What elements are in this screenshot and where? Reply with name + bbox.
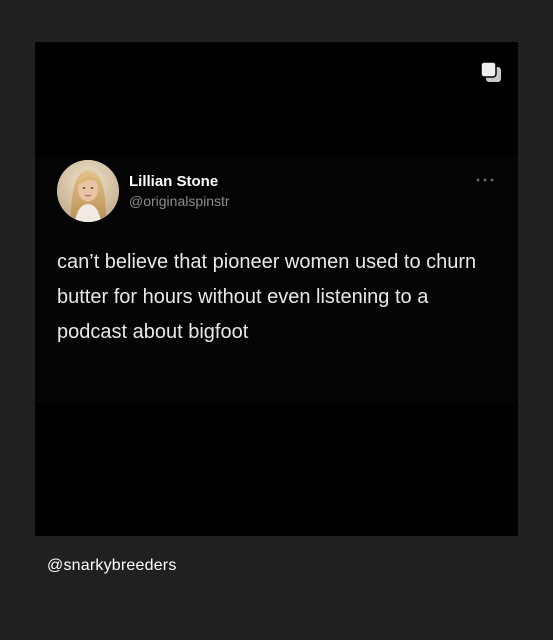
more-dots-icon[interactable] xyxy=(474,175,496,185)
post-image[interactable]: Lillian Stone @originalspinstr can’t bel… xyxy=(35,42,518,536)
tweet-card: Lillian Stone @originalspinstr can’t bel… xyxy=(35,154,518,404)
account-handle-caption[interactable]: @snarkybreeders xyxy=(47,556,177,576)
author-name[interactable]: Lillian Stone xyxy=(129,173,230,191)
author-handle[interactable]: @originalspinstr xyxy=(129,192,230,210)
tweet-author: Lillian Stone @originalspinstr xyxy=(129,173,230,210)
tweet-text: can’t believe that pioneer women used to… xyxy=(57,251,477,343)
carousel-icon[interactable] xyxy=(479,60,503,84)
profile-photo-icon xyxy=(57,160,119,222)
avatar[interactable] xyxy=(57,160,119,222)
